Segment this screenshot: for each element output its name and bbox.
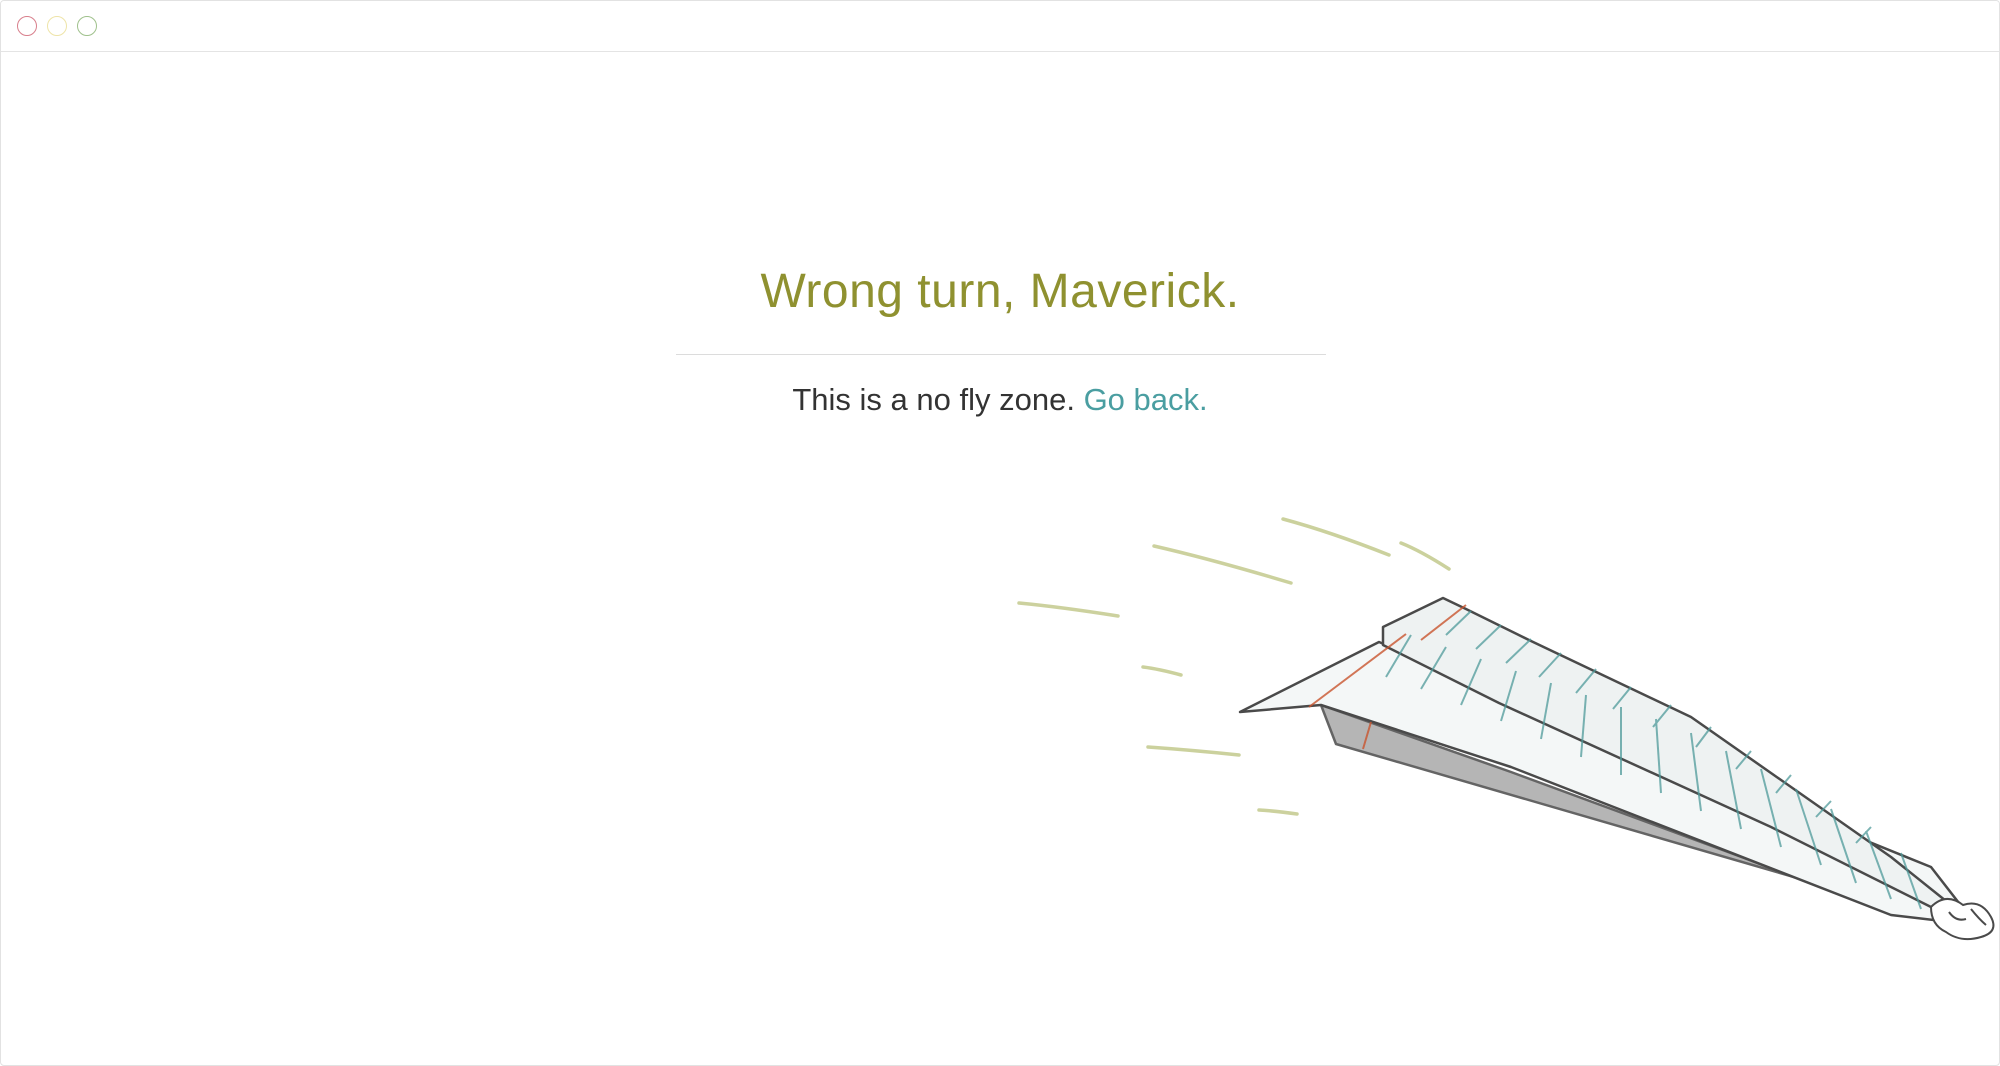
airplane-tail — [1929, 898, 1995, 941]
error-heading: Wrong turn, Maverick. — [760, 265, 1240, 318]
browser-window: Wrong turn, Maverick. This is a no fly z… — [0, 0, 2000, 1066]
close-window-button[interactable] — [17, 16, 37, 36]
paper-airplane-icon — [1017, 517, 1995, 941]
error-message-text: This is a no fly zone. — [792, 382, 1075, 417]
error-message: This is a no fly zone. Go back. — [1, 382, 1999, 418]
go-back-link[interactable]: Go back. — [1084, 382, 1208, 417]
page-content: Wrong turn, Maverick. This is a no fly z… — [1, 52, 1999, 1065]
maximize-window-button[interactable] — [77, 16, 97, 36]
heading-divider — [676, 354, 1326, 355]
title-bar — [1, 1, 1999, 52]
paper-airplane-illustration — [991, 507, 1999, 1027]
minimize-window-button[interactable] — [47, 16, 67, 36]
